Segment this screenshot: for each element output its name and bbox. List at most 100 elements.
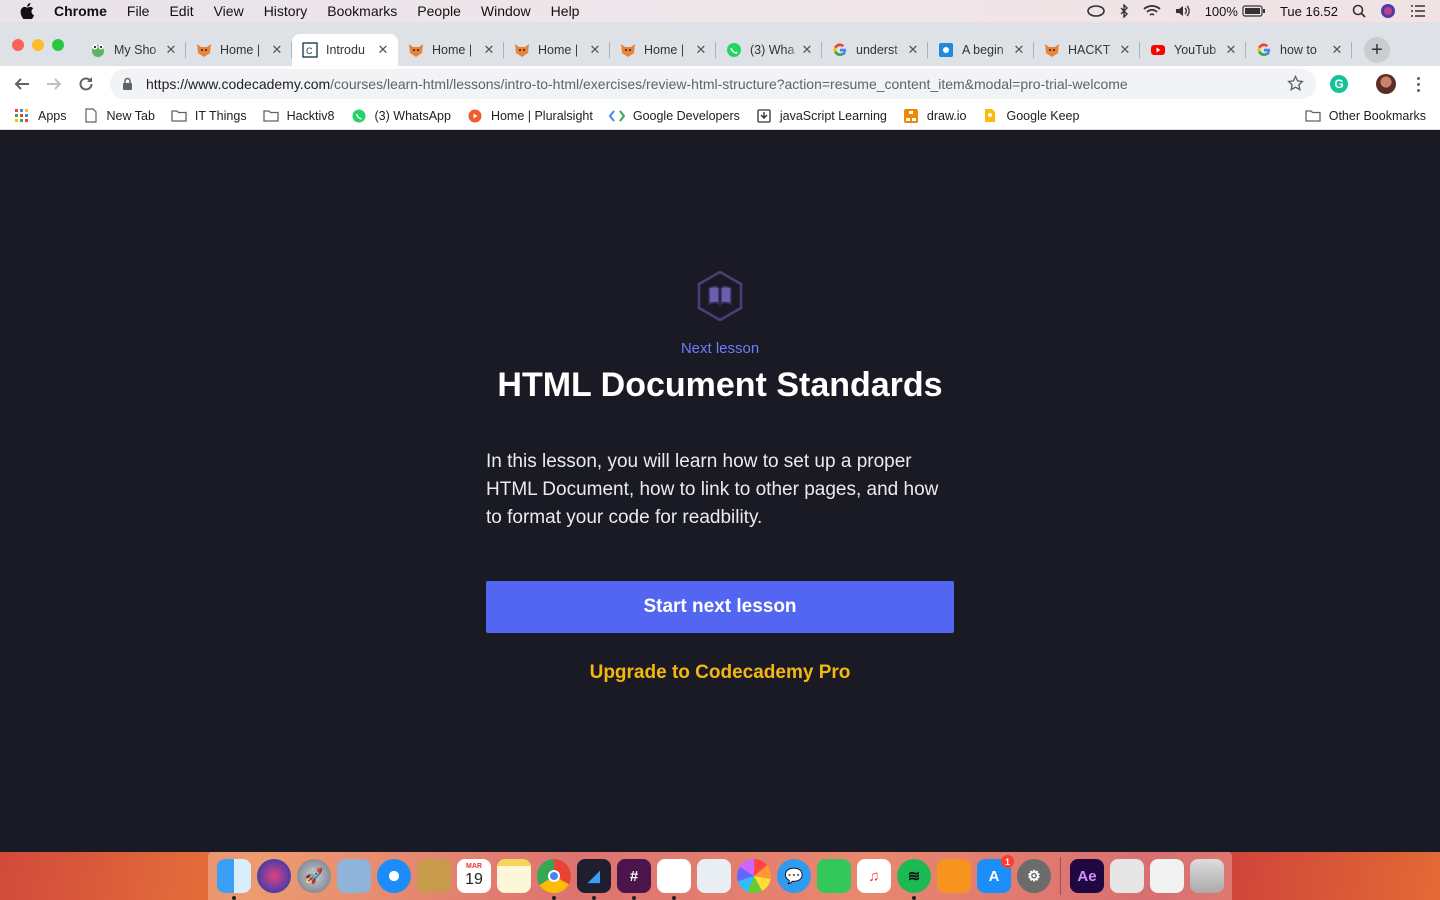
menu-view[interactable]: View (214, 3, 244, 19)
svg-text:C: C (306, 46, 313, 56)
browser-tab[interactable]: how to ✕ (1246, 34, 1352, 66)
wifi-icon[interactable] (1143, 4, 1161, 18)
browser-tab[interactable]: Home | ✕ (398, 34, 504, 66)
start-next-lesson-button[interactable]: Start next lesson (486, 581, 954, 633)
browser-tab[interactable]: Home | ✕ (610, 34, 716, 66)
bookmark-whatsapp[interactable]: (3) WhatsApp (351, 108, 451, 124)
url-text[interactable]: https://www.codecademy.com/courses/learn… (146, 76, 1128, 92)
contacts-icon[interactable] (417, 859, 451, 893)
chrome-icon[interactable] (537, 859, 571, 900)
tab-close-icon[interactable]: ✕ (270, 42, 284, 58)
back-button[interactable] (11, 73, 33, 95)
bookmark-pluralsight[interactable]: Home | Pluralsight (467, 108, 593, 124)
books-icon[interactable] (937, 859, 971, 893)
photos-icon[interactable] (737, 859, 771, 893)
tab-close-icon[interactable]: ✕ (1012, 42, 1026, 58)
grammarly-extension-icon[interactable]: G (1330, 75, 1348, 93)
window-controls (12, 39, 64, 51)
browser-tab[interactable]: underst ✕ (822, 34, 928, 66)
profile-avatar[interactable] (1376, 74, 1396, 94)
tab-close-icon[interactable]: ✕ (164, 42, 178, 58)
apple-menu-icon[interactable] (18, 2, 36, 20)
bookmark-folder-hacktiv8[interactable]: Hacktiv8 (262, 108, 335, 124)
volume-icon[interactable] (1175, 4, 1191, 18)
maps-icon[interactable] (697, 859, 731, 893)
menu-file[interactable]: File (127, 3, 150, 19)
tab-close-icon[interactable]: ✕ (1224, 42, 1238, 58)
lesson-title: HTML Document Standards (497, 366, 943, 404)
tab-close-icon[interactable]: ✕ (376, 42, 390, 58)
bookmark-other-bookmarks[interactable]: Other Bookmarks (1305, 108, 1426, 124)
notes-icon[interactable] (497, 859, 531, 893)
trash-icon[interactable] (1190, 859, 1224, 893)
siri-icon[interactable] (257, 859, 291, 893)
system-preferences-icon[interactable]: ⚙ (1017, 859, 1051, 893)
itunes-icon[interactable]: ♫ (857, 859, 891, 893)
window-maximize-button[interactable] (52, 39, 64, 51)
after-effects-icon[interactable]: Ae (1070, 859, 1104, 893)
browser-tab[interactable]: Home | ✕ (504, 34, 610, 66)
bluetooth-icon[interactable] (1119, 4, 1129, 18)
menu-bookmarks[interactable]: Bookmarks (327, 3, 397, 19)
tab-close-icon[interactable]: ✕ (482, 42, 496, 58)
finder-icon[interactable] (217, 859, 251, 900)
browser-tab[interactable]: HACKT ✕ (1034, 34, 1140, 66)
chrome-menu-icon[interactable] (1410, 74, 1426, 94)
bookmark-new-tab[interactable]: New Tab (83, 108, 155, 124)
browser-tab[interactable]: My Sho ✕ (80, 34, 186, 66)
bookmark-star-icon[interactable] (1287, 74, 1304, 97)
tab-close-icon[interactable]: ✕ (694, 42, 708, 58)
menu-edit[interactable]: Edit (169, 3, 193, 19)
documents-folder-icon[interactable] (1110, 859, 1144, 893)
battery-icon[interactable] (1242, 5, 1266, 17)
upgrade-pro-link[interactable]: Upgrade to Codecademy Pro (0, 662, 1440, 684)
reload-button[interactable] (75, 73, 97, 95)
tab-close-icon[interactable]: ✕ (800, 42, 814, 58)
launchpad-icon[interactable]: 🚀 (297, 859, 331, 893)
bookmark-drawio[interactable]: draw.io (903, 108, 966, 124)
spotlight-search-icon[interactable] (1352, 4, 1366, 18)
tab-close-icon[interactable]: ✕ (906, 42, 920, 58)
menu-app-chrome[interactable]: Chrome (54, 3, 107, 19)
tab-close-icon[interactable]: ✕ (1330, 42, 1344, 58)
app-store-icon[interactable]: A1 (977, 855, 1014, 893)
menu-history[interactable]: History (264, 3, 308, 19)
forward-button[interactable] (43, 73, 65, 95)
safari-icon[interactable] (377, 859, 411, 893)
browser-tab-active[interactable]: C Introdu ✕ (292, 34, 398, 66)
facetime-icon[interactable] (817, 859, 851, 893)
bookmark-folder-it-things[interactable]: IT Things (171, 108, 247, 124)
menu-window[interactable]: Window (481, 3, 531, 19)
browser-tab[interactable]: Home | ✕ (186, 34, 292, 66)
preview-icon[interactable] (337, 859, 371, 893)
new-tab-button[interactable]: + (1364, 37, 1390, 63)
tab-close-icon[interactable]: ✕ (1118, 42, 1132, 58)
address-bar[interactable]: https://www.codecademy.com/courses/learn… (110, 69, 1316, 99)
downloads-folder-icon[interactable] (1150, 859, 1184, 893)
bookmark-javascript-learning[interactable]: javaScript Learning (756, 108, 887, 124)
menu-help[interactable]: Help (551, 3, 580, 19)
browser-tab[interactable]: YouTub ✕ (1140, 34, 1246, 66)
bookmark-google-keep[interactable]: Google Keep (982, 108, 1079, 124)
window-minimize-button[interactable] (32, 39, 44, 51)
vscode-icon[interactable]: ◢ (577, 859, 611, 900)
spotify-icon[interactable]: ≋ (897, 859, 931, 900)
clock[interactable]: Tue 16.52 (1280, 4, 1338, 19)
browser-tab[interactable]: (3) Wha ✕ (716, 34, 822, 66)
tab-title: Home | (220, 43, 261, 57)
menu-people[interactable]: People (417, 3, 461, 19)
reminders-icon[interactable] (657, 859, 691, 900)
creative-cloud-icon[interactable] (1086, 5, 1105, 17)
bookmark-apps[interactable]: Apps (14, 108, 67, 124)
notification-center-icon[interactable] (1410, 5, 1426, 17)
slack-icon[interactable]: # (617, 859, 651, 900)
browser-tab[interactable]: A begin ✕ (928, 34, 1034, 66)
bookmark-google-developers[interactable]: Google Developers (608, 108, 740, 124)
window-close-button[interactable] (12, 39, 24, 51)
siri-icon[interactable] (1380, 3, 1396, 19)
tab-close-icon[interactable]: ✕ (588, 42, 602, 58)
lock-icon[interactable] (122, 77, 134, 91)
messages-icon[interactable]: 💬 (777, 859, 811, 893)
calendar-icon[interactable]: MAR 19 (457, 859, 491, 893)
reload-icon (79, 77, 93, 91)
